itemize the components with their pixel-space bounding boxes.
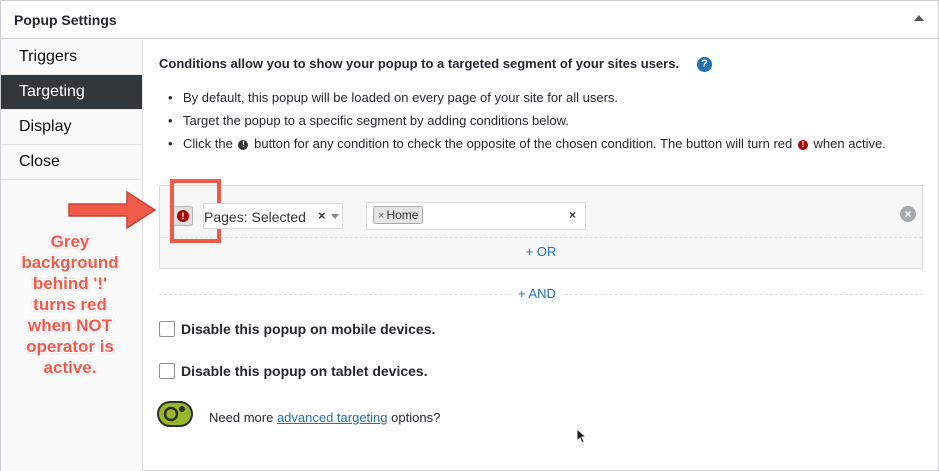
condition-type-select[interactable]: Pages: Selected × [203,203,343,229]
promo-prefix: Need more [209,410,274,425]
tag-remove-icon[interactable]: × [378,210,384,222]
panel-title: Popup Settings [14,12,117,28]
or-divider [160,237,922,238]
clear-selection-icon[interactable]: × [318,208,326,223]
clear-all-icon[interactable]: × [569,208,576,222]
advanced-targeting-link[interactable]: advanced targeting [277,410,388,425]
condition-type-value: Pages: Selected [204,209,306,225]
list-item: Target the popup to a specific segment b… [166,112,916,129]
help-icon[interactable]: ? [697,57,712,72]
condition-group: ! Pages: Selected × × Home × × + OR [159,179,923,269]
targeting-intro: Conditions allow you to show your popup … [159,56,680,71]
tag-label: Home [386,208,419,222]
pages-select-input[interactable]: × Home × [366,202,586,230]
not-operator-icon: ! [238,139,249,150]
remove-condition-icon[interactable]: × [900,206,916,222]
or-row: + OR [160,244,922,259]
collapse-toggle-icon[interactable] [914,15,924,21]
not-operator-active-icon: ! [797,139,808,150]
promo-suffix: options? [391,410,441,425]
annotation-arrow-icon [68,190,157,230]
list-item: By default, this popup will be loaded on… [166,89,916,106]
mouse-pointer-icon [576,428,588,444]
disable-tablet-checkbox[interactable] [159,363,175,379]
bullet-text: Click the [183,136,233,151]
tab-close[interactable]: Close [1,145,142,180]
targeting-content: Conditions allow you to show your popup … [144,40,938,471]
advanced-targeting-promo: Need more advanced targeting options? [209,410,440,425]
chevron-down-icon[interactable] [331,214,339,219]
tab-triggers[interactable]: Triggers [1,40,142,75]
tab-targeting[interactable]: Targeting [1,75,142,110]
add-and-condition-link[interactable]: + AND [512,286,562,301]
tab-display[interactable]: Display [1,110,142,145]
disable-mobile-checkbox[interactable] [159,321,175,337]
disable-mobile-label[interactable]: Disable this popup on mobile devices. [181,321,435,337]
targeting-help-list: By default, this popup will be loaded on… [166,89,916,158]
disable-tablet-label[interactable]: Disable this popup on tablet devices. [181,363,428,379]
popup-maker-logo-icon [157,401,193,427]
annotation-callout: Grey background behind '!' turns red whe… [21,232,119,377]
list-item: Click the ! button for any condition to … [166,135,916,152]
bullet-text: button for any condition to check the op… [254,136,793,151]
selected-page-tag: × Home [373,206,424,224]
bullet-text: when active. [813,136,886,151]
panel-header[interactable]: Popup Settings [1,1,938,39]
add-or-condition-link[interactable]: + OR [526,244,557,259]
popup-settings-panel: Popup Settings Triggers Targeting Displa… [0,0,939,471]
